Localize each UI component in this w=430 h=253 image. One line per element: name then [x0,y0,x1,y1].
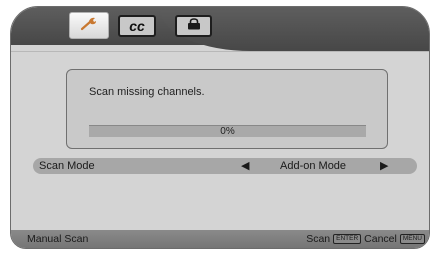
menu-key-icon: MENU [399,234,425,244]
scan-mode-row[interactable]: Scan Mode ◀ Add-on Mode ▶ [33,158,417,174]
footer-hints: Scan ENTER Cancel MENU [306,230,425,248]
tab-setup[interactable] [69,12,109,39]
footer-bar: Manual Scan Scan ENTER Cancel MENU [11,230,429,248]
tab-lock[interactable] [175,15,212,37]
wrench-icon [78,14,100,37]
tab-closed-caption[interactable]: cc [118,15,156,37]
menu-panel: cc Scan missing channels. 0% Scan Mode ◀… [10,6,430,249]
scan-message: Scan missing channels. [89,86,205,98]
scan-mode-label: Scan Mode [39,160,95,172]
arrow-right-icon[interactable]: ▶ [380,158,388,174]
scan-hint-label: Scan [306,233,331,245]
cancel-hint-label: Cancel [364,233,397,245]
scan-mode-value: Add-on Mode [280,160,347,172]
footer-title: Manual Scan [27,233,89,245]
progress-percent: 0% [220,126,235,137]
header-divider [11,51,429,52]
tab-cc-label: cc [129,18,145,34]
arrow-left-icon[interactable]: ◀ [241,158,249,174]
scan-progress-dialog: Scan missing channels. 0% [66,69,388,149]
enter-key-icon: ENTER [333,234,362,244]
progress-bar: 0% [89,125,366,137]
lock-icon [186,17,202,35]
